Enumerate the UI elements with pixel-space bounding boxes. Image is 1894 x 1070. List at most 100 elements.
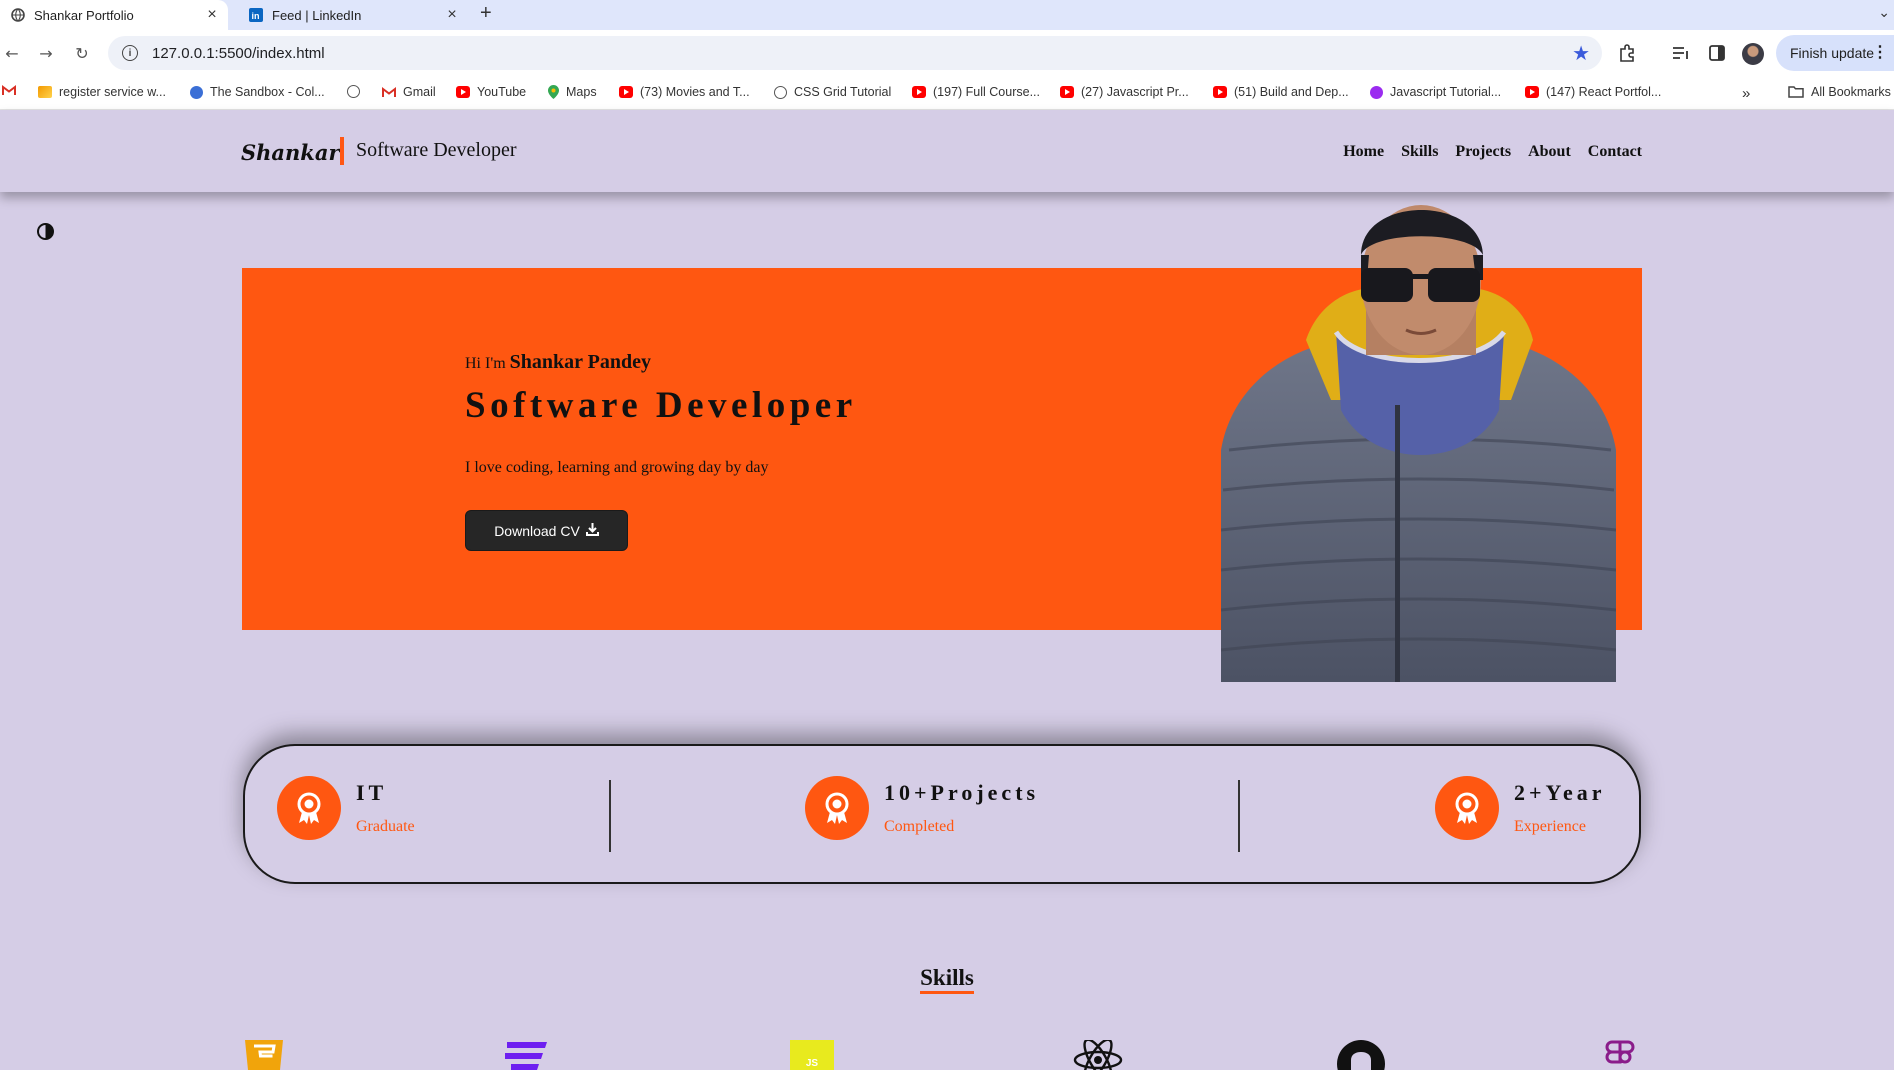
react-icon xyxy=(1073,1040,1123,1070)
bookmark-gmail-shortcut[interactable] xyxy=(2,85,16,99)
new-tab-icon[interactable]: + xyxy=(480,2,492,25)
bookmark-item[interactable]: Javascript Tutorial... xyxy=(1370,85,1501,99)
youtube-icon xyxy=(1525,86,1539,98)
bookmark-item[interactable]: CSS Grid Tutorial xyxy=(774,85,891,99)
close-tab-icon[interactable]: × xyxy=(442,6,462,24)
finish-update-label: Finish update xyxy=(1790,45,1875,61)
youtube-icon xyxy=(1060,86,1074,98)
bookmark-item[interactable]: Gmail xyxy=(382,85,436,99)
theme-toggle-icon[interactable] xyxy=(37,223,54,240)
skills-heading: Skills xyxy=(0,965,1894,994)
nav-contact[interactable]: Contact xyxy=(1588,143,1642,161)
main-nav: Home Skills Projects About Contact xyxy=(1343,143,1642,161)
download-cv-button[interactable]: Download CV xyxy=(465,510,628,551)
stat-experience: 2+Year Experience xyxy=(1435,776,1606,840)
award-icon xyxy=(277,776,341,840)
download-icon xyxy=(585,522,599,539)
gmail-icon xyxy=(382,86,396,98)
nav-projects[interactable]: Projects xyxy=(1455,143,1511,161)
bookmark-item[interactable]: (27) Javascript Pr... xyxy=(1060,85,1189,99)
stat-label: Graduate xyxy=(356,818,415,835)
nav-about[interactable]: About xyxy=(1528,143,1571,161)
award-icon xyxy=(1435,776,1499,840)
bookmark-star-icon[interactable]: ★ xyxy=(1572,41,1590,65)
stat-graduate: IT Graduate xyxy=(277,776,415,840)
back-icon[interactable]: ← xyxy=(0,41,24,65)
stat-value: IT xyxy=(356,780,388,805)
stat-label: Experience xyxy=(1514,818,1586,835)
stat-label: Completed xyxy=(884,818,955,835)
hero-tagline: I love coding, learning and growing day … xyxy=(465,459,769,476)
linkedin-icon: in xyxy=(248,7,264,23)
site-header: Shankar Software Developer Home Skills P… xyxy=(0,110,1894,192)
site-logo[interactable]: Shankar xyxy=(241,140,340,165)
browser-tab-strip: Shankar Portfolio × in Feed | LinkedIn ×… xyxy=(0,0,1894,30)
bookmarks-bar: register service w... The Sandbox - Col.… xyxy=(0,76,1894,110)
tab-linkedin[interactable]: in Feed | LinkedIn × xyxy=(240,0,468,30)
forward-icon[interactable]: → xyxy=(34,41,58,65)
bookmark-item[interactable]: (147) React Portfol... xyxy=(1525,85,1661,99)
award-icon xyxy=(805,776,869,840)
bookmark-icon xyxy=(38,86,52,98)
hero-greeting: Hi I'm Shankar Pandey xyxy=(465,351,651,374)
close-tab-icon[interactable]: × xyxy=(202,6,222,24)
reading-list-icon[interactable] xyxy=(1670,42,1692,64)
bookmark-item[interactable]: (73) Movies and T... xyxy=(619,85,750,99)
sandbox-icon xyxy=(190,85,203,99)
globe-icon xyxy=(347,85,360,98)
browser-toolbar: ← → ↻ i 127.0.0.1:5500/index.html ★ Fini… xyxy=(0,30,1894,76)
bookmark-item[interactable]: (197) Full Course... xyxy=(912,85,1040,99)
side-panel-icon[interactable] xyxy=(1706,42,1728,64)
header-subtitle: Software Developer xyxy=(356,139,517,161)
nav-skills[interactable]: Skills xyxy=(1401,143,1438,161)
stat-projects: 10+Projects Completed xyxy=(805,776,1039,840)
javascript-icon: JS xyxy=(790,1040,834,1070)
site-info-icon[interactable]: i xyxy=(122,45,138,61)
bookmark-item[interactable]: (51) Build and Dep... xyxy=(1213,85,1349,99)
greeting-text: Hi I'm xyxy=(465,355,506,372)
bookmark-item[interactable]: Maps xyxy=(548,85,597,99)
profile-avatar[interactable] xyxy=(1742,43,1764,65)
hero-role: Software Developer xyxy=(465,385,857,426)
more-bookmarks-icon[interactable]: » xyxy=(1742,85,1750,102)
download-cv-label: Download CV xyxy=(494,522,580,539)
tab-shankar-portfolio[interactable]: Shankar Portfolio × xyxy=(0,0,228,30)
address-bar[interactable]: i 127.0.0.1:5500/index.html ★ xyxy=(108,36,1602,70)
bookmark-item[interactable]: register service w... xyxy=(38,85,166,99)
css3-icon xyxy=(505,1042,547,1070)
globe-icon xyxy=(774,85,787,99)
all-bookmarks-button[interactable]: All Bookmarks xyxy=(1788,85,1891,99)
youtube-icon xyxy=(619,86,633,98)
youtube-icon xyxy=(456,86,470,98)
tab-search-icon[interactable]: ⌄ xyxy=(1878,4,1890,21)
finish-update-button[interactable]: Finish update ⋮ xyxy=(1776,35,1894,71)
stats-card: IT Graduate 10+Projects Completed 2+Year… xyxy=(243,744,1641,884)
hero-name: Shankar Pandey xyxy=(509,351,652,373)
reload-icon[interactable]: ↻ xyxy=(70,41,94,65)
menu-dots-icon[interactable]: ⋮ xyxy=(1872,42,1888,62)
tab-title: Feed | LinkedIn xyxy=(272,7,362,23)
stat-value: 2+Year xyxy=(1514,780,1606,805)
maps-icon xyxy=(548,85,559,99)
github-icon xyxy=(1337,1040,1385,1070)
logo-divider xyxy=(340,137,344,165)
bookmark-item[interactable]: YouTube xyxy=(456,85,526,99)
gmail-icon xyxy=(2,85,16,99)
nav-home[interactable]: Home xyxy=(1343,143,1384,161)
bootstrap-icon xyxy=(1370,85,1383,99)
extensions-icon[interactable] xyxy=(1616,42,1638,64)
bookmark-item[interactable] xyxy=(347,85,367,98)
youtube-icon xyxy=(1213,86,1227,98)
url-text: 127.0.0.1:5500/index.html xyxy=(152,44,325,62)
stat-divider xyxy=(609,780,611,852)
stat-divider xyxy=(1238,780,1240,852)
youtube-icon xyxy=(912,86,926,98)
svg-text:JS: JS xyxy=(806,1058,819,1069)
bookmark-item[interactable]: The Sandbox - Col... xyxy=(190,85,325,99)
figma-icon xyxy=(1605,1040,1635,1064)
stat-value: 10+Projects xyxy=(884,780,1040,805)
tab-title: Shankar Portfolio xyxy=(34,7,134,23)
profile-photo xyxy=(1221,205,1616,682)
skills-heading-text: Skills xyxy=(920,965,974,994)
folder-icon xyxy=(1788,86,1804,98)
